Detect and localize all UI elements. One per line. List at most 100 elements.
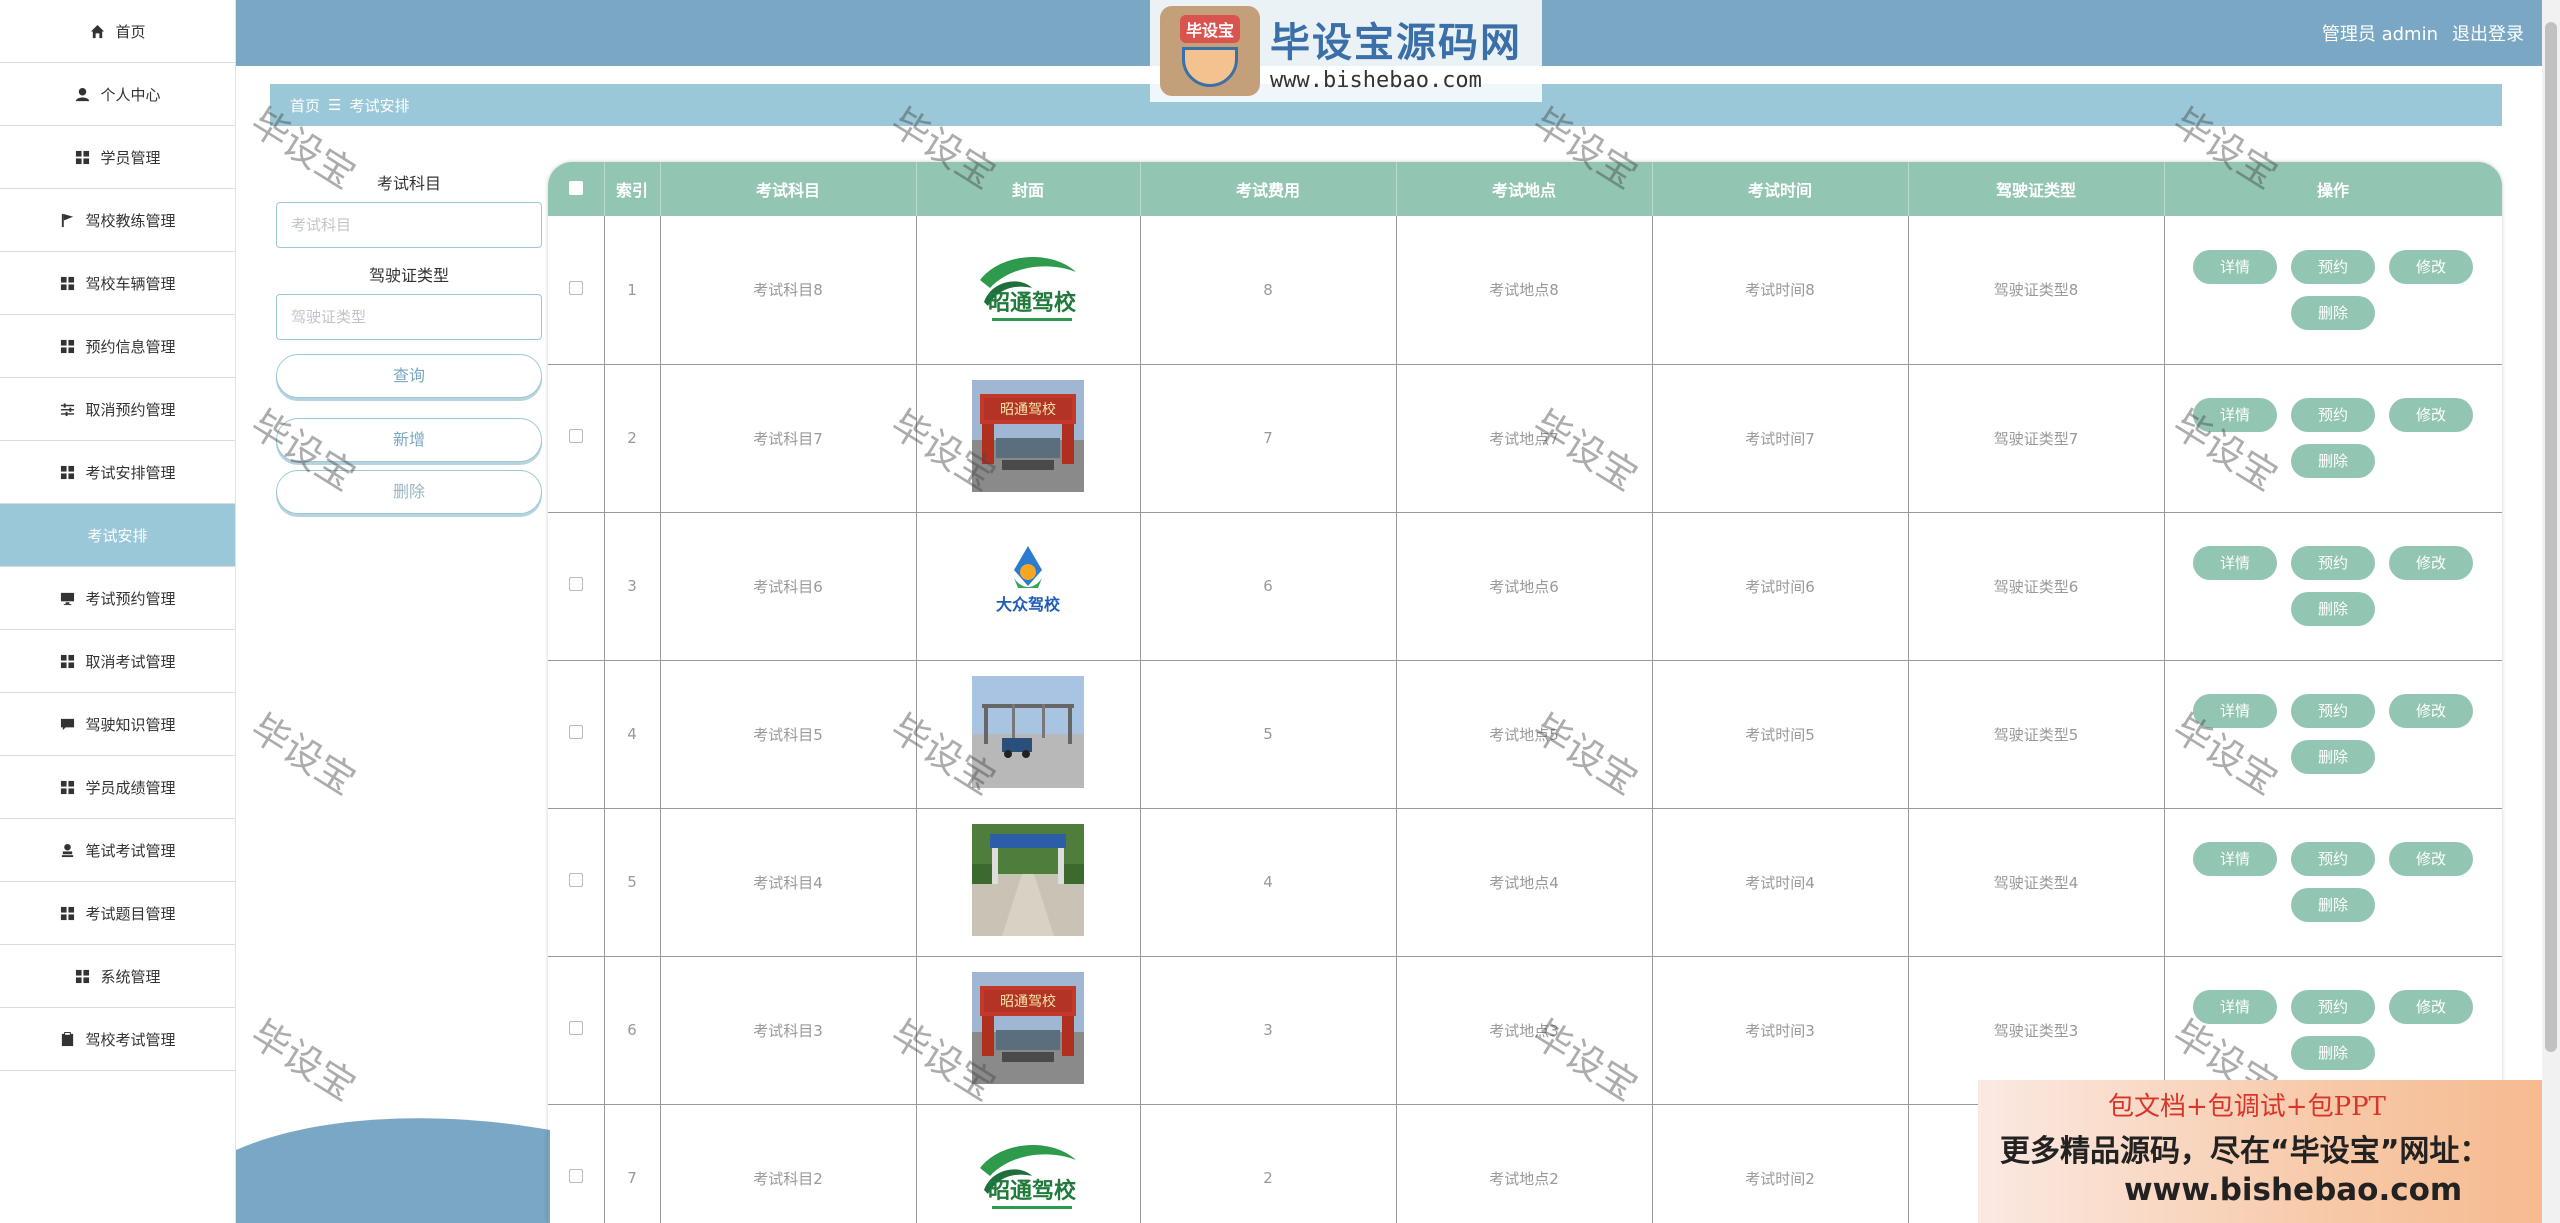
sidebar-item-label: 考试安排管理 [85,463,176,482]
edit-button[interactable]: 修改 [2389,398,2473,432]
cover-image: 昭通驾校 [972,972,1084,1084]
cell-index: 7 [604,1104,661,1223]
cover-image: 昭通驾校 [972,1120,1084,1223]
sidebar-item-label: 考试题目管理 [85,904,176,923]
delete-selected-button[interactable]: 删除 [276,470,542,514]
row-select-cell[interactable] [548,512,605,661]
row-checkbox[interactable] [568,429,583,443]
row-checkbox[interactable] [568,1169,583,1183]
ad-banner[interactable]: 包文档+包调试+包PPT 更多精品源码，尽在“毕设宝”网址： www.bishe… [1978,1080,2560,1223]
cell-time: 考试时间2 [1652,1104,1909,1223]
sidebar-item[interactable]: 驾校考试管理 [0,1008,235,1071]
query-button[interactable]: 查询 [276,354,542,398]
add-button[interactable]: 新增 [276,418,542,462]
cover-image [972,824,1084,936]
cell-time: 考试时间5 [1652,660,1909,809]
cell-license: 驾驶证类型4 [1908,808,2165,957]
row-checkbox[interactable] [568,873,583,887]
sidebar-item[interactable]: 首页 [0,0,235,63]
sidebar-item-label: 学员管理 [100,148,161,167]
sidebar-item[interactable]: 预约信息管理 [0,315,235,378]
svg-text:昭通驾校: 昭通驾校 [988,1178,1077,1204]
subject-input[interactable] [276,202,542,248]
sidebar-item[interactable]: 笔试考试管理 [0,819,235,882]
edit-button[interactable]: 修改 [2389,546,2473,580]
row-select-cell[interactable] [548,1104,605,1223]
delete-button[interactable]: 删除 [2291,740,2375,774]
sidebar-item[interactable]: 考试题目管理 [0,882,235,945]
delete-button[interactable]: 删除 [2291,1036,2375,1070]
sidebar-item[interactable]: 个人中心 [0,63,235,126]
detail-button[interactable]: 详情 [2193,694,2277,728]
reserve-button[interactable]: 预约 [2291,398,2375,432]
cell-license: 驾驶证类型6 [1908,512,2165,661]
ad-url: www.bishebao.com [2124,1172,2463,1208]
delete-button[interactable]: 删除 [2291,295,2375,330]
sidebar: 首页个人中心学员管理驾校教练管理 驾校车辆管理 预约信息管理 取消预约管理考试安排管理… [0,0,236,1223]
breadcrumb-current: 考试安排 [349,96,410,115]
row-checkbox[interactable] [568,1021,583,1035]
sidebar-item[interactable]: 驾校教练管理 [0,189,235,252]
reserve-button[interactable]: 预约 [2291,694,2375,728]
delete-button[interactable]: 删除 [2291,888,2375,922]
breadcrumb-home[interactable]: 首页 [290,95,320,116]
detail-button[interactable]: 详情 [2193,546,2277,580]
delete-button[interactable]: 删除 [2291,444,2375,478]
detail-button[interactable]: 详情 [2193,990,2277,1024]
cell-cover: 昭通驾校 [916,216,1141,365]
row-select-cell[interactable] [548,956,605,1105]
row-select-cell[interactable] [548,808,605,957]
sidebar-item[interactable]: 驾校车辆管理 [0,252,235,315]
select-all-checkbox[interactable] [568,180,583,195]
edit-button[interactable]: 修改 [2389,249,2473,284]
cell-actions: 详情预约修改删除 [2164,364,2502,513]
grid-icon [59,464,75,480]
sidebar-item-label: 首页 [115,22,146,41]
scrollbar[interactable] [2542,0,2560,1223]
edit-button[interactable]: 修改 [2389,842,2473,876]
logout-link[interactable]: 退出登录 [2452,20,2524,46]
row-select-cell[interactable] [548,216,605,365]
reserve-button[interactable]: 预约 [2291,546,2375,580]
cell-fee: 2 [1140,1104,1397,1223]
reserve-button[interactable]: 预约 [2291,249,2375,284]
sidebar-item[interactable]: 取消考试管理 [0,630,235,693]
detail-button[interactable]: 详情 [2193,842,2277,876]
logo-badge: 毕设宝 [1160,6,1260,96]
reserve-button[interactable]: 预约 [2291,990,2375,1024]
edit-button[interactable]: 修改 [2389,990,2473,1024]
row-checkbox[interactable] [568,280,583,295]
flag-icon [59,212,75,228]
cell-actions: 详情预约修改删除 [2164,660,2502,809]
logo-title: 毕设宝源码网 [1270,19,1522,66]
logo-badge-text: 毕设宝 [1179,15,1240,43]
column-header: 考试科目 [660,162,917,216]
cell-index: 5 [604,808,661,957]
sidebar-item[interactable]: 学员管理 [0,126,235,189]
license-input[interactable] [276,294,542,340]
select-all-header[interactable] [548,162,605,216]
delete-button[interactable]: 删除 [2291,592,2375,626]
sidebar-item[interactable]: 驾驶知识管理 [0,693,235,756]
row-select-cell[interactable] [548,364,605,513]
column-header: 考试地点 [1396,162,1653,216]
sidebar-item[interactable]: 考试安排 [0,504,235,567]
sidebar-item[interactable]: 学员成绩管理 [0,756,235,819]
edit-button[interactable]: 修改 [2389,694,2473,728]
row-checkbox[interactable] [568,725,583,739]
sidebar-item[interactable]: 考试预约管理 [0,567,235,630]
detail-button[interactable]: 详情 [2193,249,2277,284]
reserve-button[interactable]: 预约 [2291,842,2375,876]
grid-icon [74,968,90,984]
user-info: 管理员 admin 退出登录 [2322,20,2524,46]
sidebar-item[interactable]: 取消预约管理 [0,378,235,441]
sidebar-item[interactable]: 考试安排管理 [0,441,235,504]
cell-cover [916,808,1141,957]
scrollbar-thumb[interactable] [2545,22,2557,1052]
watermark-stamp: 毕设宝 [243,705,364,804]
row-checkbox[interactable] [568,577,583,591]
detail-button[interactable]: 详情 [2193,398,2277,432]
row-select-cell[interactable] [548,660,605,809]
sidebar-item-label: 驾驶知识管理 [85,715,176,734]
sidebar-item[interactable]: 系统管理 [0,945,235,1008]
